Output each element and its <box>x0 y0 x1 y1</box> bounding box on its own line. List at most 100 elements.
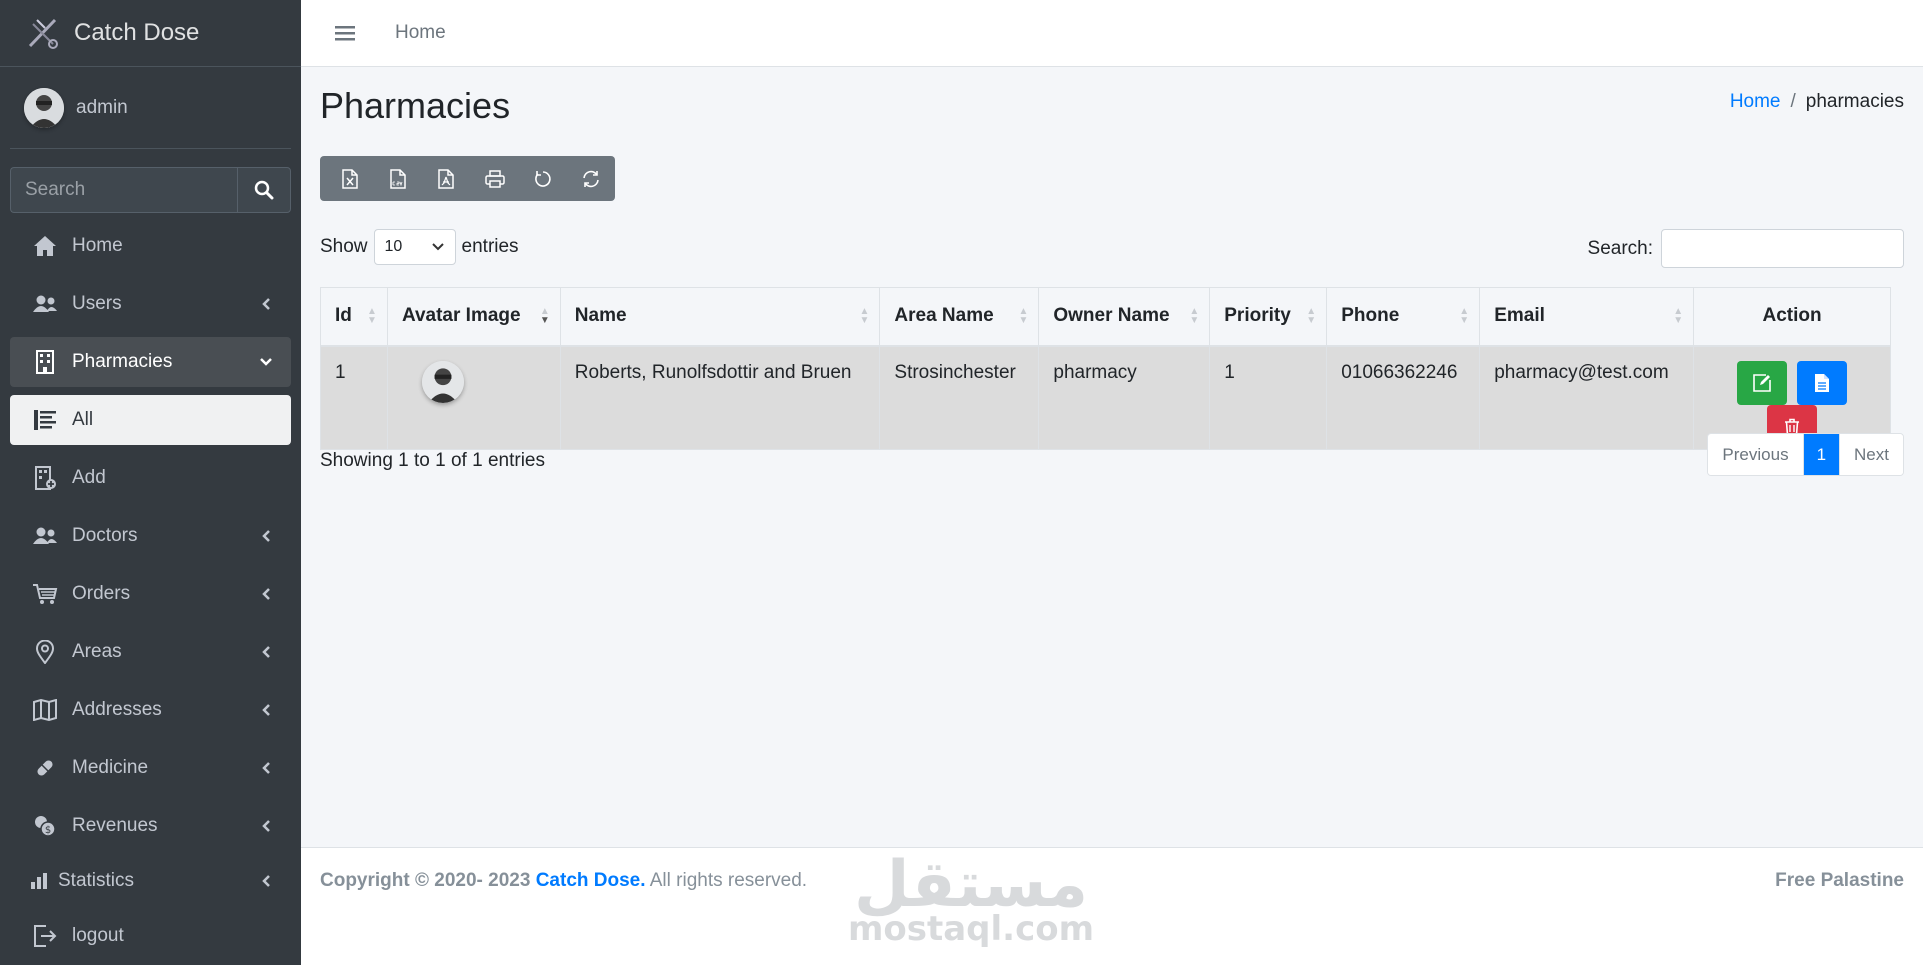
sidebar-item-label: Add <box>72 467 106 488</box>
cart-icon <box>32 581 58 607</box>
user-panel[interactable]: admin <box>10 67 291 149</box>
column-header-phone[interactable]: Phone ▲ ▼ <box>1326 287 1481 347</box>
export-pdf-button[interactable] <box>422 156 470 201</box>
column-header-name[interactable]: Name ▲ ▼ <box>559 287 881 347</box>
export-excel-button[interactable] <box>326 156 374 201</box>
export-csv-button[interactable] <box>374 156 422 201</box>
reset-icon <box>534 170 551 187</box>
cell-priority: 1 <box>1209 345 1328 450</box>
top-navbar: Home <box>301 0 1923 67</box>
sidebar-item-pharmacies[interactable]: Pharmacies <box>10 337 291 387</box>
sidebar-search: Search <box>10 167 291 213</box>
column-header-area-name[interactable]: Area Name ▲ ▼ <box>879 287 1040 347</box>
show-label: Show <box>320 236 368 257</box>
menu-toggle-icon[interactable] <box>325 24 365 42</box>
sidebar-item-label: Addresses <box>72 699 162 720</box>
table-header-row: Id ▲ ▼ Avatar Image ▲ ▼ Name ▲ ▼ Area Name ▲ ▼ O… <box>320 287 1891 347</box>
chevron-down-icon <box>431 243 444 251</box>
sidebar-search-placeholder: Search <box>25 179 86 200</box>
chevron-left-icon <box>259 761 273 775</box>
table-info: Showing 1 to 1 of 1 entries <box>320 450 545 471</box>
column-header-email[interactable]: Email ▲ ▼ <box>1479 287 1695 347</box>
user-name: admin <box>76 96 128 118</box>
edit-button[interactable] <box>1737 360 1788 405</box>
sidebar-search-input[interactable]: Search <box>10 167 237 213</box>
home-icon <box>32 233 58 259</box>
cell-email: pharmacy@test.com <box>1479 345 1695 450</box>
navbar-home-link[interactable]: Home <box>395 22 446 44</box>
sidebar-item-label: Pharmacies <box>72 351 173 372</box>
cell-phone: 01066362246 <box>1326 345 1481 450</box>
excel-icon <box>342 168 358 189</box>
reset-button[interactable] <box>519 156 567 201</box>
table-row[interactable]: 1 Roberts, Runolfsdottir and Bruen Stros… <box>320 345 1891 450</box>
logout-icon <box>32 923 58 949</box>
page-title: Pharmacies <box>320 85 511 126</box>
footer-brand-link[interactable]: Catch Dose. <box>536 870 646 891</box>
column-header-owner-name[interactable]: Owner Name ▲ ▼ <box>1038 287 1211 347</box>
cell-owner-name: pharmacy <box>1038 345 1211 450</box>
sidebar-item-add[interactable]: Add <box>10 453 291 503</box>
sidebar-item-revenues[interactable]: $ Revenues <box>10 801 291 851</box>
print-button[interactable] <box>471 156 519 201</box>
column-header-label: Avatar Image <box>401 305 521 327</box>
building-icon <box>32 349 58 375</box>
users-icon <box>32 523 58 549</box>
map-pin-icon <box>32 639 58 665</box>
avatar <box>24 87 64 128</box>
pharmacy-avatar <box>421 360 464 403</box>
map-icon <box>32 697 58 723</box>
sidebar-item-all[interactable]: All <box>10 395 291 445</box>
column-header-label: Priority <box>1224 305 1291 327</box>
sort-icon: ▲ ▼ <box>1018 306 1029 327</box>
reload-button[interactable] <box>567 156 615 201</box>
column-header-label: Id <box>335 305 352 327</box>
footer-right-text: Free Palastine <box>1775 870 1904 891</box>
footer: Copyright © 2020- 2023 Catch Dose. All r… <box>301 847 1923 965</box>
breadcrumb-home-link[interactable]: Home <box>1730 91 1781 113</box>
sidebar-item-statistics[interactable]: Statistics <box>10 859 291 903</box>
chevron-left-icon <box>259 297 273 311</box>
sort-icon: ▲ ▼ <box>1673 306 1684 327</box>
brand-link[interactable]: Catch Dose <box>0 0 301 67</box>
sidebar-item-orders[interactable]: Orders <box>10 569 291 619</box>
pagination-previous[interactable]: Previous <box>1708 434 1803 475</box>
view-button[interactable] <box>1796 360 1847 405</box>
pagination-next[interactable]: Next <box>1839 434 1903 475</box>
chevron-left-icon <box>259 874 273 888</box>
sidebar-item-areas[interactable]: Areas <box>10 627 291 677</box>
reload-icon <box>583 170 599 187</box>
edit-icon <box>1753 373 1772 392</box>
breadcrumb: Home / pharmacies <box>1730 91 1904 113</box>
sidebar-item-doctors[interactable]: Doctors <box>10 511 291 561</box>
pagination-page-1[interactable]: 1 <box>1802 434 1840 475</box>
sort-icon: ▲ ▼ <box>859 306 870 327</box>
pagination: Previous 1 Next <box>1707 433 1904 476</box>
list-icon <box>32 407 58 433</box>
export-toolbar <box>320 156 615 201</box>
sidebar-item-medicine[interactable]: Medicine <box>10 743 291 793</box>
sidebar-item-home[interactable]: Home <box>10 221 291 271</box>
column-header-avatar[interactable]: Avatar Image ▲ ▼ <box>386 287 561 347</box>
sort-icon: ▲ ▼ <box>1189 306 1200 327</box>
sidebar-item-addresses[interactable]: Addresses <box>10 685 291 735</box>
column-header-label: Name <box>574 305 627 327</box>
sidebar-search-button[interactable] <box>237 167 291 213</box>
sort-icon: ▲ ▼ <box>367 306 377 327</box>
brand-name: Catch Dose <box>74 19 200 46</box>
column-header-priority[interactable]: Priority ▲ ▼ <box>1209 287 1328 347</box>
sidebar-item-users[interactable]: Users <box>10 279 291 329</box>
cell-avatar <box>386 345 561 450</box>
column-header-label: Action <box>1762 305 1822 327</box>
sidebar-item-logout[interactable]: logout <box>10 911 291 961</box>
table-search-input[interactable] <box>1661 229 1904 268</box>
entries-select[interactable]: 10 <box>373 229 456 265</box>
chevron-left-icon <box>259 529 273 543</box>
sidebar-item-label: Users <box>72 293 122 314</box>
sidebar-item-label: logout <box>72 925 124 946</box>
chevron-left-icon <box>259 645 273 659</box>
file-icon <box>1814 373 1829 392</box>
entries-select-value: 10 <box>384 238 403 255</box>
sidebar-item-label: Revenues <box>72 815 158 836</box>
column-header-id[interactable]: Id ▲ ▼ <box>320 287 388 347</box>
